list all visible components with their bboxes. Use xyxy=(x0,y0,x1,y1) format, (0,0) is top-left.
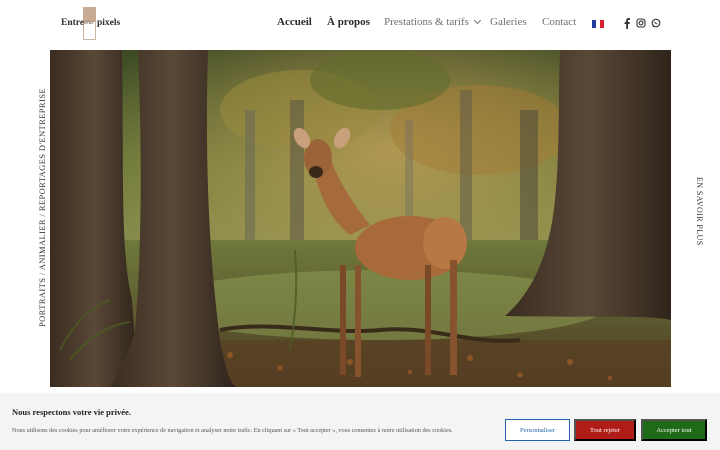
logo-word-pixels: pixels xyxy=(97,18,121,28)
services-vertical-label: PORTRAITS / ANIMALIER / REPORTAGES D'ENT… xyxy=(37,88,47,327)
logo-word-deux: deux xyxy=(84,21,94,26)
learn-more-link[interactable]: EN SAVOIR PLUS xyxy=(692,177,704,247)
nav-item-prestations[interactable]: Prestations & tarifs xyxy=(384,16,481,28)
facebook-icon[interactable] xyxy=(622,17,632,29)
deer-in-forest-photo xyxy=(50,50,671,387)
nav-item-contact[interactable]: Contact xyxy=(542,16,576,28)
nav-item-a-propos[interactable]: À propos xyxy=(327,16,370,28)
instagram-icon[interactable] xyxy=(636,17,646,29)
nav-item-prestations-label: Prestations & tarifs xyxy=(384,16,469,28)
logo-word-entre: Entre xyxy=(61,18,85,28)
cookie-banner: Nous respectons votre vie privée. Nous u… xyxy=(0,395,720,450)
hero-image xyxy=(50,50,671,387)
site-logo[interactable]: Entre deux pixels xyxy=(61,7,121,41)
cookie-title: Nous respectons votre vie privée. xyxy=(12,407,131,417)
reject-all-button[interactable]: Tout rejeter xyxy=(574,419,636,441)
accept-all-button[interactable]: Accepter tout xyxy=(641,419,707,441)
flag-fr-icon[interactable] xyxy=(592,20,604,28)
whatsapp-icon[interactable] xyxy=(651,17,661,29)
chevron-down-icon xyxy=(473,16,481,25)
logo-frame-fill xyxy=(83,7,96,22)
learn-more-label: EN SAVOIR PLUS xyxy=(695,177,704,246)
cookie-description: Nous utilisons des cookies pour améliore… xyxy=(12,427,453,434)
site-header: Entre deux pixels Accueil À propos Prest… xyxy=(0,0,720,50)
services-vertical-text: PORTRAITS / ANIMALIER / REPORTAGES D'ENT… xyxy=(25,88,47,327)
nav-item-accueil[interactable]: Accueil xyxy=(277,16,312,28)
customize-cookies-button[interactable]: Personnaliser xyxy=(505,419,570,441)
nav-item-galeries[interactable]: Galeries xyxy=(490,16,527,28)
